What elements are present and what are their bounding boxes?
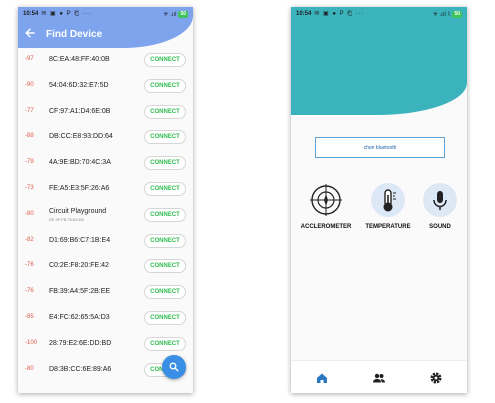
find-device-screen: 10:54 ✉ ▣ ● P ⎗ ··· ✳ .ııl 50 Find Devic… [18, 7, 193, 393]
battery-icon: 50 [452, 10, 462, 18]
settings-icon[interactable] [429, 371, 443, 385]
device-name: CF:97:A1:D4:6E:0B [49, 107, 111, 115]
rssi-value: -73 [25, 184, 34, 191]
rssi-value: -90 [25, 81, 34, 88]
list-item: -76 FB:39:A4:5F:2B:EE CONNECT [18, 280, 193, 306]
list-item: -88 DB:CC:E8:93:DD:64 CONNECT [18, 125, 193, 151]
connect-button[interactable]: CONNECT [144, 336, 186, 351]
rssi-value: -82 [25, 236, 34, 243]
microphone-icon[interactable] [423, 183, 457, 217]
connect-button[interactable]: CONNECT [144, 53, 186, 67]
device-name: Circuit Playground [49, 207, 107, 215]
connect-button[interactable]: CONNECT [144, 207, 186, 222]
rssi-value: -76 [25, 262, 34, 269]
thermometer-icon[interactable] [371, 183, 405, 217]
device-name: 4A:9E:BD:70:4C:3A [49, 159, 111, 167]
status-time: 10:54 [23, 11, 39, 17]
home-icon[interactable] [315, 371, 329, 385]
rssi-value: -85 [25, 313, 34, 320]
list-item: -90 54:04:6D:32:E7:5D CONNECT [18, 74, 193, 100]
device-address: DF:2F:FB:75:83:D6 [49, 216, 84, 222]
battery-icon: 50 [178, 10, 188, 18]
page-title: Find Device [46, 28, 103, 40]
connect-button[interactable]: CONNECT [144, 310, 186, 325]
people-icon[interactable] [372, 371, 386, 385]
device-name: DB:CC:E8:93:DD:64 [49, 133, 113, 141]
connect-button[interactable]: CONNECT [144, 259, 186, 274]
device-name: FE:A5:E3:5F:26:A6 [49, 184, 110, 192]
rssi-value: -100 [25, 339, 38, 346]
connect-button[interactable]: CONNECT [144, 181, 186, 196]
connect-button[interactable]: CONNECT [144, 78, 186, 93]
list-item: -76 C0:2E:F8:20:FE:42 CONNECT [18, 254, 193, 280]
connect-button[interactable]: CONNECT [144, 285, 186, 300]
sensor-grid: ACCLEROMETER TEMPERATURE SOUND [291, 183, 467, 243]
list-item: -82 D1:69:B6:C7:1B:E4 CONNECT [18, 229, 193, 255]
signal-icons: ✳ .ııl [163, 11, 177, 18]
connect-button[interactable]: CONNECT [144, 130, 186, 145]
device-name: 54:04:6D:32:E7:5D [49, 81, 109, 89]
list-item: -79 4A:9E:BD:70:4C:3A CONNECT [18, 151, 193, 177]
device-name: D1:69:B6:C7:1B:E4 [49, 236, 111, 244]
rssi-value: -97 [25, 56, 34, 62]
rssi-value: -80 [25, 210, 34, 217]
sound-label: SOUND [429, 224, 451, 230]
device-name: 8C:EA:48:FF:40:0B [49, 56, 110, 63]
header-banner [291, 7, 467, 115]
rssi-value: -77 [25, 107, 34, 114]
list-item: -85 E4:FC:62:65:5A:D3 CONNECT [18, 306, 193, 332]
list-item: -73 FE:A5:E3:5F:26:A6 CONNECT [18, 177, 193, 203]
list-item: -80 Circuit Playground DF:2F:FB:75:83:D6 CO… [18, 203, 193, 229]
rssi-value: -76 [25, 288, 34, 295]
sensor-dashboard-screen: 10:54 ✉ ▣ ● P ⎗ ··· ✳ .ııl ⌇ 50 chọn blu… [291, 7, 467, 393]
search-fab-button[interactable] [162, 355, 186, 379]
choose-bluetooth-button[interactable]: chọn bluetooth [315, 137, 445, 158]
compass-icon[interactable] [309, 183, 343, 217]
bottom-navigation [291, 360, 467, 393]
device-name: 28:79:E2:6E:DD:BD [49, 339, 112, 347]
list-item: -97 8C:EA:48:FF:40:0B CONNECT [18, 48, 193, 74]
device-name: C0:2E:F8:20:FE:42 [49, 262, 109, 270]
rssi-value: -79 [25, 159, 34, 166]
status-bar: 10:54 ✉ ▣ ● P ⎗ ··· ✳ .ııl ⌇ 50 [291, 7, 467, 21]
list-item: -100 28:79:E2:6E:DD:BD CONNECT [18, 332, 193, 358]
signal-icons: ✳ .ııl ⌇ [432, 11, 451, 18]
list-item: -77 CF:97:A1:D4:6E:0B CONNECT [18, 100, 193, 126]
connect-button[interactable]: CONNECT [144, 156, 186, 171]
notification-icons: ✉ ▣ ● P ⎗ ··· [314, 11, 365, 17]
search-icon [169, 362, 179, 372]
status-time: 10:54 [296, 11, 312, 17]
notification-icons: ✉ ▣ ● P ⎗ ··· [41, 11, 92, 17]
status-bar: 10:54 ✉ ▣ ● P ⎗ ··· ✳ .ııl 50 [18, 7, 193, 21]
device-name: E4:FC:62:65:5A:D3 [49, 313, 110, 321]
connect-button[interactable]: CONNECT [144, 104, 186, 119]
rssi-value: -88 [25, 133, 34, 140]
device-list: -97 8C:EA:48:FF:40:0B CONNECT -90 54:04:6D:3… [18, 48, 193, 383]
temperature-label: TEMPERATURE [365, 224, 411, 230]
device-name: FB:39:A4:5F:2B:EE [49, 288, 111, 296]
arrow-left-icon[interactable] [25, 28, 41, 40]
rssi-value: -80 [25, 365, 34, 372]
device-name: D8:3B:CC:6E:89:A6 [49, 365, 112, 373]
connect-button[interactable]: CONNECT [144, 233, 186, 248]
accelerometer-label: ACCLEROMETER [300, 224, 352, 230]
